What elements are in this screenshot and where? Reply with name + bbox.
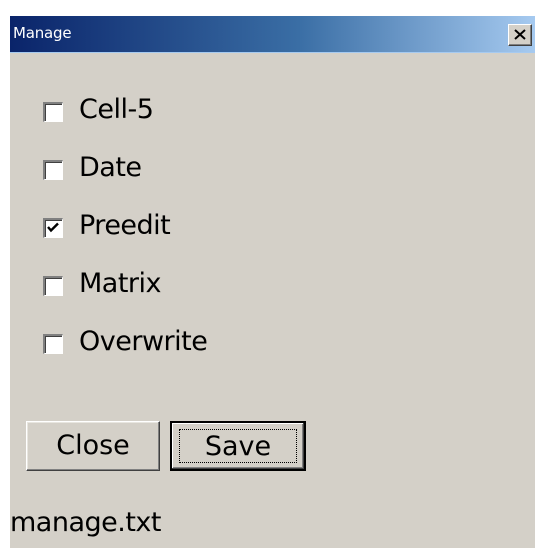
date-checkbox[interactable]: [43, 160, 63, 180]
cell-5-checkbox[interactable]: [43, 102, 63, 122]
option-cell-5[interactable]: Cell-5: [43, 96, 207, 154]
close-x-icon: [514, 29, 526, 40]
option-label: Matrix: [79, 268, 162, 299]
title-bar[interactable]: Manage: [10, 16, 535, 53]
window-close-button[interactable]: [508, 24, 532, 46]
option-label: Cell-5: [79, 94, 154, 125]
option-label: Date: [79, 152, 142, 183]
option-label: Overwrite: [79, 326, 208, 357]
save-button-label: Save: [204, 431, 272, 462]
close-button[interactable]: Close: [26, 421, 160, 471]
option-matrix[interactable]: Matrix: [43, 270, 207, 328]
save-button[interactable]: Save: [170, 421, 306, 471]
close-button-label: Close: [56, 430, 130, 461]
manage-dialog: Manage Cell-5 Date Preedit Matrix Overwr…: [10, 16, 535, 548]
option-label: Preedit: [79, 210, 171, 241]
option-overwrite[interactable]: Overwrite: [43, 326, 208, 386]
preedit-checkbox[interactable]: [43, 218, 63, 238]
option-preedit[interactable]: Preedit: [43, 212, 207, 270]
overwrite-checkbox[interactable]: [43, 334, 63, 354]
status-filename: manage.txt: [10, 507, 162, 538]
window-title: Manage: [13, 24, 72, 42]
option-date[interactable]: Date: [43, 154, 207, 212]
checkmark-icon: [47, 222, 59, 233]
options-list: Cell-5 Date Preedit Matrix Overwrite: [43, 96, 208, 386]
matrix-checkbox[interactable]: [43, 276, 63, 296]
